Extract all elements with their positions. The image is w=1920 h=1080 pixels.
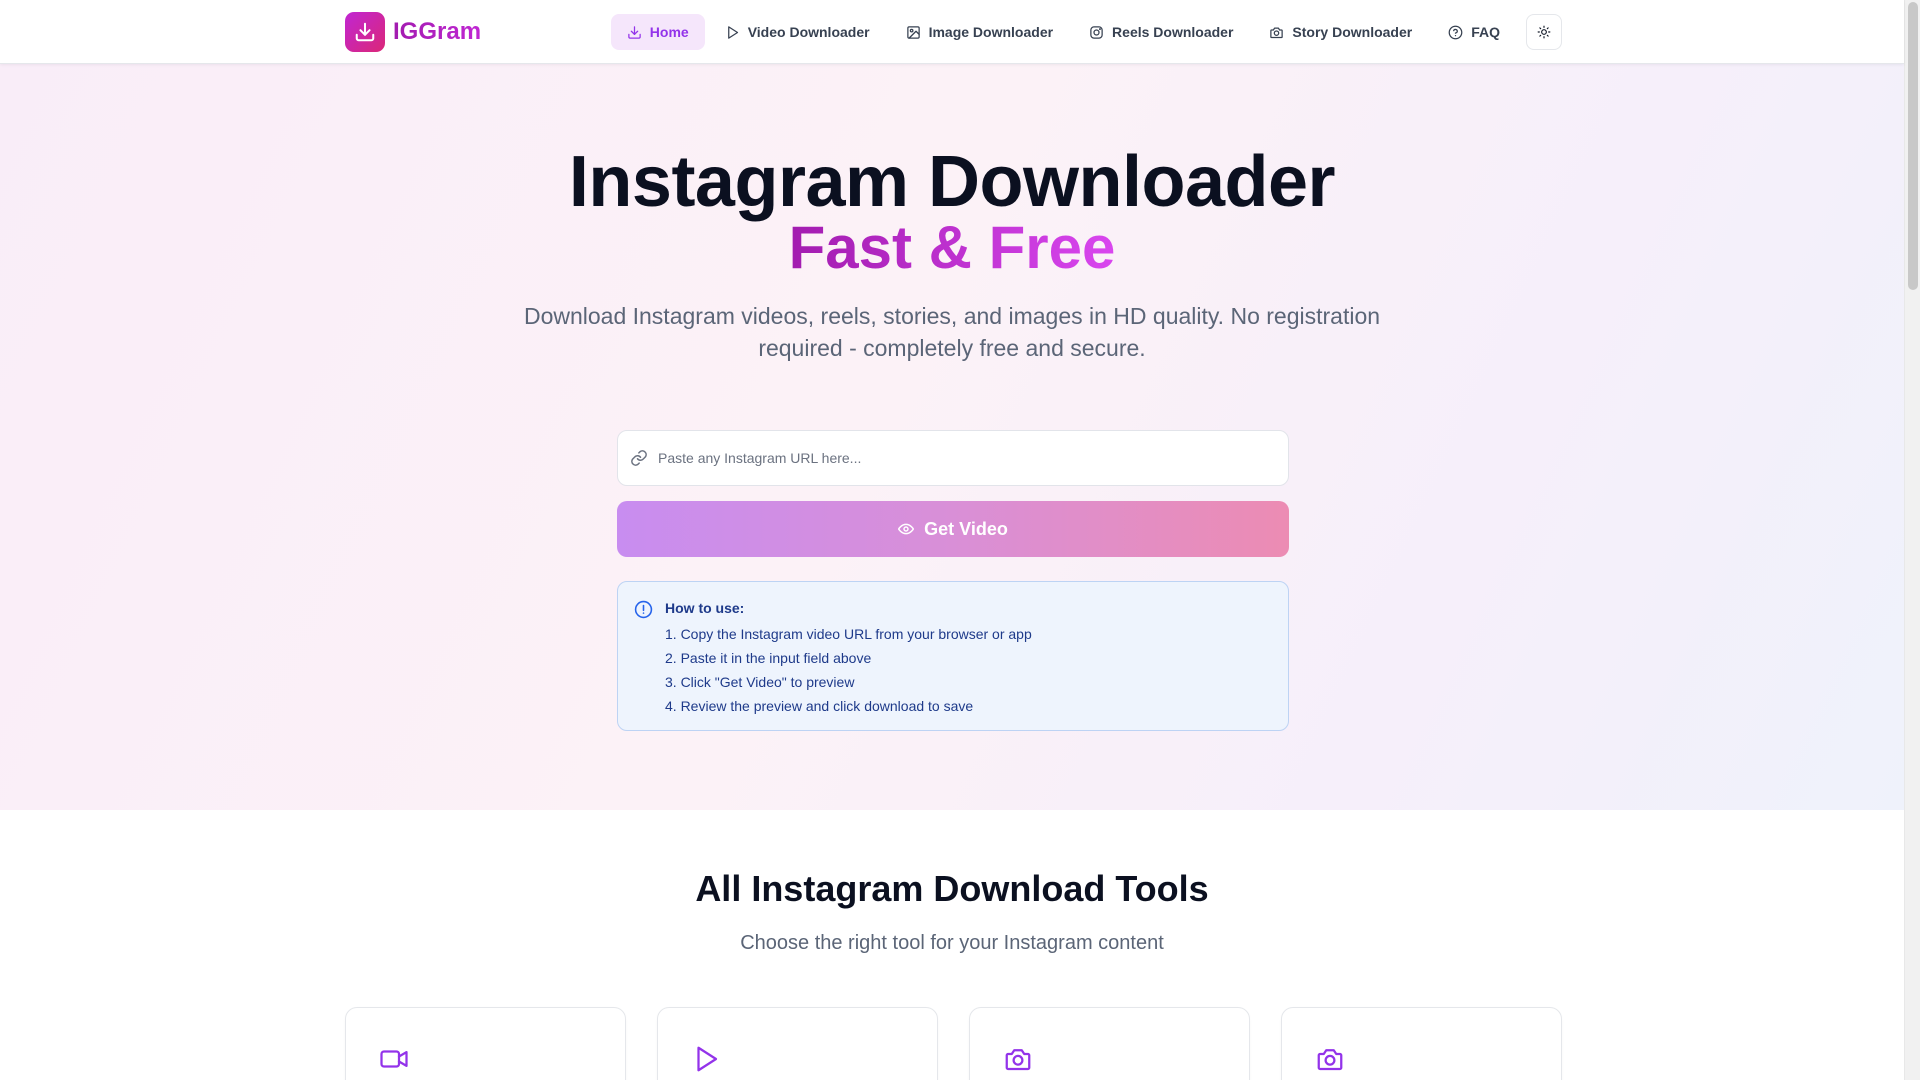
- download-icon: [628, 25, 641, 39]
- camera-icon: [1005, 1049, 1031, 1071]
- hero-subtitle-text: Fast & Free: [788, 214, 1116, 281]
- download-icon: [345, 12, 385, 52]
- play-icon: [697, 1046, 718, 1072]
- how-to-use-content: How to use: 1. Copy the Instagram video …: [665, 598, 1032, 730]
- nav-item-label: FAQ: [1471, 24, 1500, 40]
- tools-title: All Instagram Download Tools: [695, 868, 1209, 909]
- scrollbar-thumb[interactable]: [1908, 2, 1918, 290]
- camera-icon: [1317, 1049, 1343, 1071]
- brand-name: IGGram: [393, 18, 482, 45]
- tool-card-video[interactable]: [345, 1007, 626, 1080]
- nav-item-image-downloader[interactable]: Image Downloader: [890, 14, 1069, 50]
- nav-item-faq[interactable]: FAQ: [1432, 14, 1516, 50]
- info-circle-icon: [634, 600, 653, 619]
- hero-section: Instagram Downloader Fast & Free Downloa…: [0, 64, 1904, 810]
- brand[interactable]: IGGram: [345, 12, 481, 52]
- nav-item-label: Reels Downloader: [1112, 24, 1234, 40]
- nav-item-label: Image Downloader: [928, 24, 1054, 40]
- how-to-step: 4. Review the preview and click download…: [665, 698, 974, 714]
- image-icon: [906, 25, 920, 39]
- theme-toggle-button[interactable]: [1526, 14, 1562, 50]
- instagram-icon: [1090, 25, 1103, 39]
- hero-description: Download Instagram videos, reels, storie…: [523, 303, 1381, 361]
- tools-description: Choose the right tool for your Instagram…: [740, 932, 1164, 954]
- play-icon: [727, 25, 738, 39]
- tool-card-image[interactable]: [969, 1007, 1250, 1080]
- tool-card-reels[interactable]: [657, 1007, 938, 1080]
- hero-subtitle: Fast & Free: [0, 212, 1904, 284]
- top-navbar: IGGram Home Video Downloader Image Downl…: [0, 0, 1904, 64]
- page-scrollbar[interactable]: [1904, 0, 1920, 1080]
- nav-item-reels-downloader[interactable]: Reels Downloader: [1073, 14, 1249, 50]
- how-to-use-title: How to use:: [665, 600, 745, 616]
- nav-item-home[interactable]: Home: [610, 14, 705, 50]
- how-to-step: 2. Paste it in the input field above: [665, 650, 872, 666]
- video-camera-icon: [380, 1050, 408, 1068]
- link-icon: [631, 450, 647, 466]
- eye-icon: [898, 523, 915, 535]
- how-to-step: 3. Click "Get Video" to preview: [665, 674, 855, 690]
- nav-item-label: Home: [649, 24, 689, 40]
- camera-icon: [1270, 27, 1284, 38]
- nav-item-story-downloader[interactable]: Story Downloader: [1253, 14, 1428, 50]
- nav-item-label: Video Downloader: [747, 24, 870, 40]
- how-to-use-panel: How to use: 1. Copy the Instagram video …: [617, 581, 1289, 731]
- url-input-wrapper: [617, 430, 1289, 486]
- get-video-label: Get Video: [924, 518, 1008, 539]
- help-circle-icon: [1448, 25, 1463, 39]
- tool-card-story[interactable]: [1281, 1007, 1562, 1080]
- sun-icon: [1537, 25, 1551, 39]
- navbar-inner: IGGram Home Video Downloader Image Downl…: [345, 0, 1562, 64]
- url-input[interactable]: [658, 450, 1288, 466]
- nav-item-label: Story Downloader: [1292, 24, 1413, 40]
- main-nav: Home Video Downloader Image Downloader R…: [610, 14, 1562, 50]
- how-to-step: 1. Copy the Instagram video URL from you…: [665, 626, 1032, 642]
- get-video-button[interactable]: Get Video: [617, 501, 1289, 557]
- nav-item-video-downloader[interactable]: Video Downloader: [709, 14, 886, 50]
